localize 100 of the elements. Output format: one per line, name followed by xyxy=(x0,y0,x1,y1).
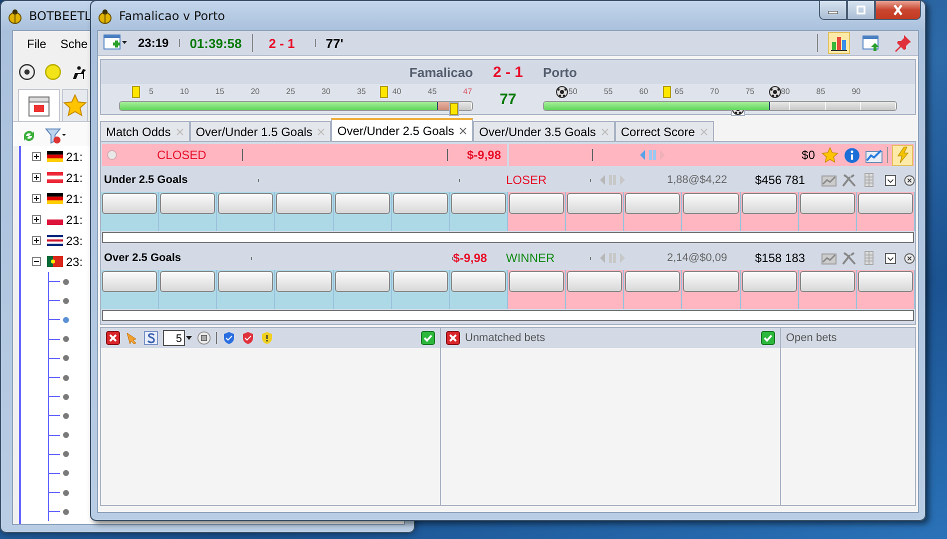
lay-price-button[interactable] xyxy=(683,271,739,292)
minute-label: 75 xyxy=(745,87,754,96)
chart-icon[interactable] xyxy=(821,173,837,187)
flag-icon xyxy=(47,256,63,267)
back-price-button[interactable] xyxy=(450,193,506,214)
back-price-button[interactable] xyxy=(160,271,216,292)
back-price-button[interactable] xyxy=(218,271,274,292)
stop-icon[interactable] xyxy=(197,331,211,345)
horse-rider-icon[interactable] xyxy=(71,64,87,80)
profit-value: $-9,98 xyxy=(453,251,488,265)
stake-select[interactable]: 5 xyxy=(163,330,185,346)
lay-price-button[interactable] xyxy=(742,193,797,214)
flag-icon xyxy=(47,193,63,204)
lay-price-button[interactable] xyxy=(683,193,739,214)
close-button[interactable] xyxy=(875,1,921,20)
back-price-button[interactable] xyxy=(160,193,216,214)
close-icon[interactable] xyxy=(904,174,915,186)
market-tab[interactable]: Over/Under 2.5 Goals xyxy=(331,118,474,141)
expand-icon[interactable] xyxy=(32,194,41,203)
profit-value: $-9,98 xyxy=(466,148,501,162)
minimize-button[interactable] xyxy=(819,1,847,20)
status-dot xyxy=(107,150,117,160)
nav-tab[interactable] xyxy=(18,89,60,121)
back-price-button[interactable] xyxy=(334,271,390,292)
panel-title: Unmatched bets xyxy=(465,332,546,344)
confirm-button[interactable] xyxy=(761,331,775,345)
lightning-button[interactable] xyxy=(892,144,913,166)
collapse-icon[interactable] xyxy=(885,174,896,186)
s-icon[interactable] xyxy=(144,331,158,345)
arrow-icon[interactable] xyxy=(125,331,139,345)
tools-icon[interactable] xyxy=(841,173,857,187)
maximize-button[interactable] xyxy=(847,1,875,20)
back-price-button[interactable] xyxy=(392,271,448,292)
expand-icon[interactable] xyxy=(32,236,41,245)
back-price-button[interactable] xyxy=(218,193,274,214)
collapse-icon[interactable] xyxy=(885,252,896,264)
lay-price-button[interactable] xyxy=(800,271,855,292)
chart-icon[interactable] xyxy=(821,251,837,265)
filter-icon[interactable] xyxy=(45,128,67,144)
bar-chart-button[interactable] xyxy=(828,32,850,54)
event-time[interactable]: 21: xyxy=(66,212,83,226)
confirm-button[interactable] xyxy=(421,331,435,345)
event-time[interactable]: 21: xyxy=(66,192,83,206)
away-team: Porto xyxy=(543,64,578,80)
lay-price-button[interactable] xyxy=(800,193,855,214)
minute-label: 70 xyxy=(710,87,719,96)
menu-item[interactable]: Sche xyxy=(60,37,88,57)
input-field[interactable] xyxy=(102,232,914,243)
event-time[interactable]: 23: xyxy=(66,254,83,268)
lay-price-button[interactable] xyxy=(625,271,680,292)
lay-price-button[interactable] xyxy=(567,271,622,292)
expand-icon[interactable] xyxy=(32,173,41,182)
lay-price-button[interactable] xyxy=(567,193,622,214)
event-time[interactable]: 21: xyxy=(66,170,83,184)
menu-item[interactable]: File xyxy=(27,37,46,57)
window-title: Famalicao v Porto xyxy=(119,8,226,22)
close-icon[interactable] xyxy=(904,252,915,264)
shield-icon[interactable] xyxy=(260,331,274,345)
lay-price-button[interactable] xyxy=(625,193,680,214)
refresh-icon[interactable] xyxy=(21,128,37,144)
info-icon[interactable] xyxy=(843,146,861,164)
new-window-icon[interactable] xyxy=(102,34,128,52)
star-icon[interactable] xyxy=(821,146,839,164)
back-price-button[interactable] xyxy=(276,193,332,214)
expand-icon[interactable] xyxy=(32,152,41,161)
beetle-icon xyxy=(7,8,23,24)
collapse-icon[interactable] xyxy=(32,257,41,266)
lay-price-button[interactable] xyxy=(509,193,564,214)
lay-price-button[interactable] xyxy=(742,271,797,292)
close-icon[interactable] xyxy=(459,126,468,134)
nav-tab[interactable] xyxy=(62,89,88,121)
event-time[interactable]: 23: xyxy=(66,234,83,248)
flag-icon xyxy=(47,151,63,162)
match-minute: 77 xyxy=(498,90,518,108)
football-icon[interactable] xyxy=(19,64,35,80)
market-tab[interactable]: Over/Under 3.5 Goals xyxy=(473,121,615,141)
back-price-button[interactable] xyxy=(392,193,448,214)
back-price-button[interactable] xyxy=(334,193,390,214)
back-price-button[interactable] xyxy=(450,271,506,292)
lay-price-button[interactable] xyxy=(509,271,564,292)
expand-icon[interactable] xyxy=(32,215,41,224)
cancel-button[interactable] xyxy=(446,331,460,345)
tennis-ball-icon[interactable] xyxy=(45,64,61,80)
market-tab[interactable]: Match Odds xyxy=(100,121,190,141)
input-field[interactable] xyxy=(102,310,914,321)
shield-icon[interactable] xyxy=(222,331,236,345)
tools-icon[interactable] xyxy=(841,251,857,265)
back-price-button[interactable] xyxy=(102,271,158,292)
market-tab[interactable]: Over/Under 1.5 Goals xyxy=(190,121,332,141)
flag-icon xyxy=(47,235,63,246)
caret-icon[interactable] xyxy=(186,336,192,340)
back-price-button[interactable] xyxy=(102,193,158,214)
market-tab[interactable]: Correct Score xyxy=(614,121,714,141)
odds-summary: 1,88@$4,22 xyxy=(667,174,728,186)
home-team: Famalicao xyxy=(408,64,473,80)
back-price-button[interactable] xyxy=(276,271,332,292)
cancel-button[interactable] xyxy=(106,331,120,345)
lay-price-button[interactable] xyxy=(858,271,913,292)
lay-price-button[interactable] xyxy=(858,193,913,214)
event-time[interactable]: 21: xyxy=(66,150,83,164)
